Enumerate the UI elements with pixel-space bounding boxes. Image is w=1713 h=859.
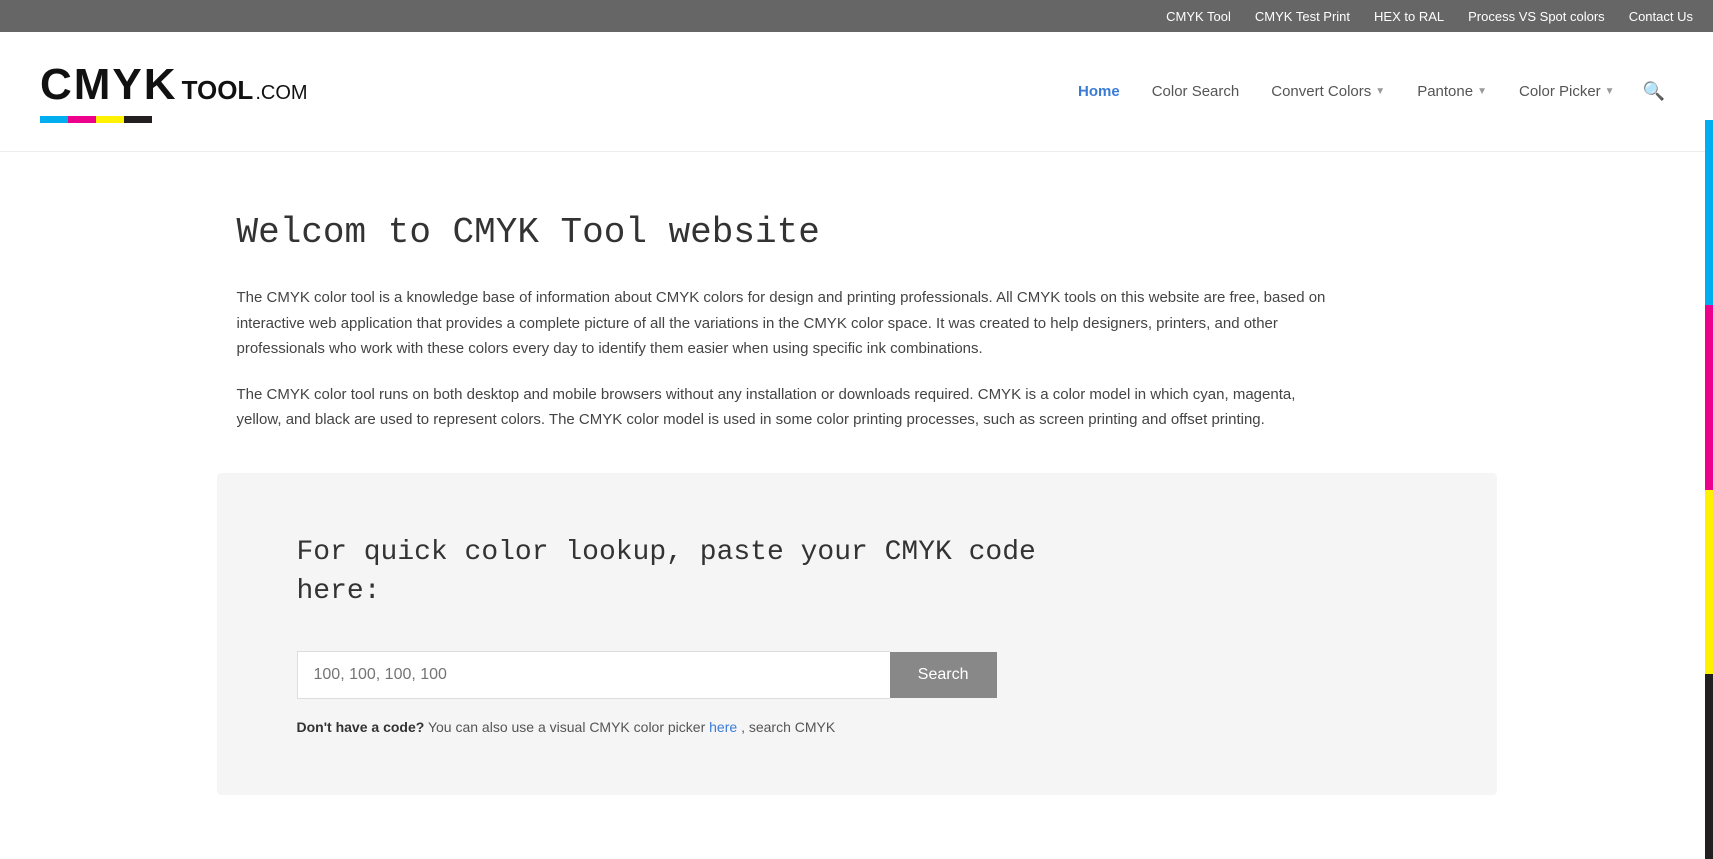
nav-label-color-picker: Color Picker	[1519, 83, 1601, 100]
nav-label-pantone: Pantone	[1417, 83, 1473, 100]
strip-black	[1705, 674, 1713, 859]
bar-cyan	[40, 116, 68, 123]
bar-black	[124, 116, 152, 123]
lookup-title: For quick color lookup, paste your CMYK …	[297, 533, 1417, 611]
topbar-link-process-vs-spot[interactable]: Process VS Spot colors	[1468, 9, 1605, 24]
color-strip	[1705, 120, 1713, 859]
bar-yellow	[96, 116, 124, 123]
logo-dotcom: .COM	[255, 82, 307, 105]
cmyk-code-input[interactable]	[297, 651, 890, 699]
topbar-link-hex-to-ral[interactable]: HEX to RAL	[1374, 9, 1444, 24]
logo-tool: TOOL	[182, 75, 254, 106]
dont-have-description: You can also use a visual CMYK color pic…	[428, 719, 709, 735]
nav-item-convert-colors[interactable]: Convert Colors ▼	[1259, 75, 1397, 108]
topbar-link-cmyk-test-print[interactable]: CMYK Test Print	[1255, 9, 1350, 24]
intro-paragraph-2: The CMYK color tool runs on both desktop…	[237, 382, 1337, 433]
bar-magenta	[68, 116, 96, 123]
intro-paragraph-1: The CMYK color tool is a knowledge base …	[237, 285, 1337, 362]
search-button[interactable]: Search	[890, 652, 997, 698]
nav-item-home[interactable]: Home	[1066, 75, 1132, 108]
nav-item-pantone[interactable]: Pantone ▼	[1405, 75, 1499, 108]
color-picker-caret: ▼	[1605, 86, 1615, 97]
strip-magenta	[1705, 305, 1713, 490]
logo[interactable]: CMYK TOOL .COM	[40, 60, 308, 123]
lookup-form: Search	[297, 651, 997, 699]
header: CMYK TOOL .COM Home Color Search Convert…	[0, 32, 1713, 152]
nav-item-color-picker[interactable]: Color Picker ▼	[1507, 75, 1627, 108]
topbar-link-contact-us[interactable]: Contact Us	[1629, 9, 1693, 24]
topbar-link-cmyk-tool[interactable]: CMYK Tool	[1166, 9, 1231, 24]
dont-have-label: Don't have a code?	[297, 719, 425, 735]
nav-search-button[interactable]: 🔍	[1635, 73, 1673, 110]
main-nav: Home Color Search Convert Colors ▼ Panto…	[1066, 73, 1673, 110]
dont-have-suffix: , search CMYK	[741, 719, 835, 735]
strip-cyan	[1705, 120, 1713, 305]
logo-cmyk: CMYK	[40, 60, 178, 110]
dont-have-code-text: Don't have a code? You can also use a vi…	[297, 719, 1417, 735]
color-picker-link[interactable]: here	[709, 719, 737, 735]
convert-colors-caret: ▼	[1375, 86, 1385, 97]
main-content: Welcom to CMYK Tool website The CMYK col…	[157, 152, 1557, 835]
pantone-caret: ▼	[1477, 86, 1487, 97]
lookup-title-line2: here:	[297, 576, 381, 607]
lookup-box: For quick color lookup, paste your CMYK …	[217, 473, 1497, 795]
lookup-title-line1: For quick color lookup, paste your CMYK …	[297, 537, 1036, 568]
logo-color-bars	[40, 116, 308, 123]
nav-item-color-search[interactable]: Color Search	[1140, 75, 1252, 108]
strip-yellow	[1705, 490, 1713, 675]
nav-label-convert-colors: Convert Colors	[1271, 83, 1371, 100]
page-title: Welcom to CMYK Tool website	[237, 212, 1477, 253]
top-bar: CMYK Tool CMYK Test Print HEX to RAL Pro…	[0, 0, 1713, 32]
